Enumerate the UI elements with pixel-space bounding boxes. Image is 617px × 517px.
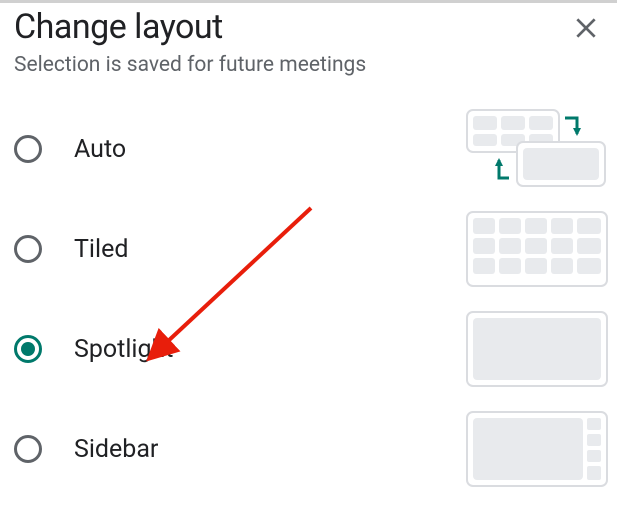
layout-option-auto[interactable]: Auto [14, 99, 609, 199]
option-label: Tiled [74, 235, 128, 264]
layout-option-sidebar[interactable]: Sidebar [14, 399, 609, 499]
option-label: Auto [74, 135, 126, 164]
radio-spotlight[interactable] [14, 335, 42, 363]
layout-options-list: Auto [0, 99, 617, 499]
radio-tiled[interactable] [14, 235, 42, 263]
close-button[interactable] [569, 11, 603, 45]
close-icon [573, 15, 599, 41]
option-label: Spotlight [74, 335, 173, 364]
change-layout-dialog: Change layout Selection is saved for fut… [0, 0, 617, 499]
radio-auto[interactable] [14, 135, 42, 163]
layout-option-spotlight[interactable]: Spotlight [14, 299, 609, 399]
dialog-title: Change layout [14, 7, 223, 47]
preview-spotlight-icon [465, 310, 609, 388]
radio-sidebar[interactable] [14, 435, 42, 463]
preview-sidebar-icon [465, 410, 609, 488]
preview-tiled-icon [465, 210, 609, 288]
dialog-header: Change layout [0, 3, 617, 47]
option-label: Sidebar [74, 435, 158, 464]
dialog-subtitle: Selection is saved for future meetings [0, 47, 617, 99]
layout-option-tiled[interactable]: Tiled [14, 199, 609, 299]
preview-auto-icon [465, 108, 609, 190]
